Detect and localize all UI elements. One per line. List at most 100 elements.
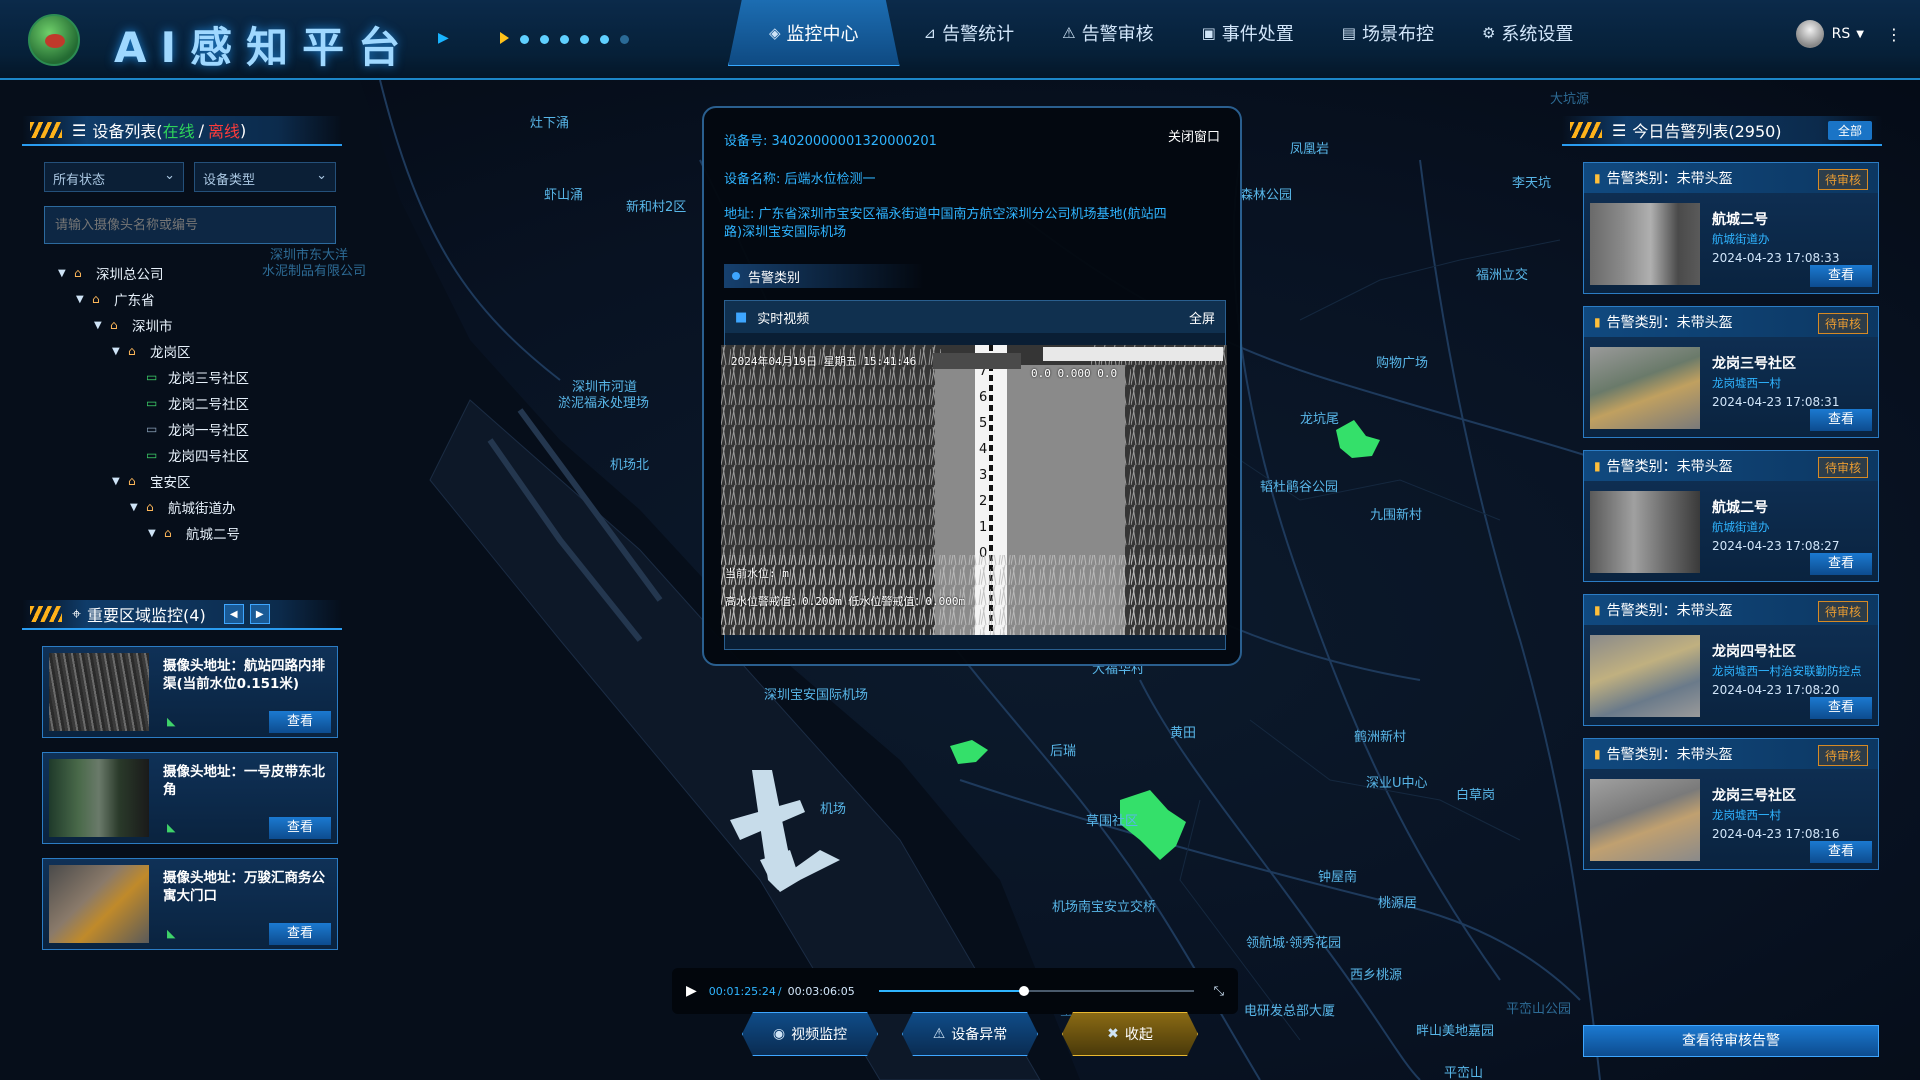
bookmark-icon: ▮: [1594, 747, 1601, 761]
view-button[interactable]: 查看: [269, 923, 331, 945]
expand-caret-icon[interactable]: ▼: [58, 268, 74, 279]
view-button[interactable]: 查看: [1810, 409, 1872, 431]
bookmark-icon: ▮: [1594, 459, 1601, 473]
view-button[interactable]: 查看: [1810, 841, 1872, 863]
bookmark-icon: ▮: [1594, 171, 1601, 185]
svg-text:2: 2: [979, 494, 987, 509]
tree-org-item[interactable]: ▼ ⌂ 深圳市: [58, 312, 249, 338]
expand-caret-icon[interactable]: ▼: [112, 346, 128, 357]
map-label: 虾山涌: [544, 188, 584, 203]
camera-thumbnail[interactable]: [49, 653, 149, 731]
view-button[interactable]: 查看: [269, 817, 331, 839]
device-name: 设备名称: 后端水位检测一: [724, 172, 876, 187]
collapse-player-icon[interactable]: ⤡: [1214, 984, 1224, 999]
nav-alarm-review[interactable]: ⚠ 告警审核: [1038, 0, 1177, 66]
view-pending-alarms-button[interactable]: 查看待审核告警: [1583, 1025, 1879, 1057]
view-button[interactable]: 查看: [1810, 553, 1872, 575]
device-abnormal-button[interactable]: ⚠ 设备异常: [902, 1012, 1038, 1056]
close-window-button[interactable]: 关闭窗口: [1168, 126, 1220, 145]
current-time: 00:01:25:24: [708, 984, 776, 998]
map-label: 平峦山: [1444, 1066, 1484, 1080]
warning-icon: ⚠: [1062, 24, 1076, 42]
progress-knob[interactable]: [1018, 986, 1029, 996]
tree-camera-item[interactable]: ▭ 龙岗二号社区: [58, 390, 249, 416]
app-logo: [28, 14, 80, 66]
nav-monitor-center[interactable]: ◈ 监控中心: [728, 0, 900, 66]
filter-all-button[interactable]: 全部: [1827, 120, 1872, 140]
device-tree: ▼ ⌂ 深圳总公司 ▼ ⌂ 广东省 ▼ ⌂ 深圳市 ▼ ⌂ 龙岗区 ▭ 龙岗三号社区 ▭ 龙岗二号社区 ▭ 龙岗一…: [58, 260, 249, 546]
map-label: 深业U中心: [1366, 776, 1428, 791]
alarm-card: ▮ 告警类别：未带头盔 待审核 龙岗四号社区 龙岗墟西一村治安联勤防控点 2024-04-…: [1583, 594, 1879, 726]
status-select[interactable]: 所有状态 ⌄: [44, 162, 184, 192]
map-label: 黄田: [1170, 726, 1197, 741]
alarm-time: 2024-04-23 17:08:16: [1712, 827, 1840, 841]
map-label: 电研发总部大厦: [1244, 1004, 1336, 1019]
tree-camera-item[interactable]: ▭ 龙岗四号社区: [58, 442, 249, 468]
water-gauge-scene: 7654 3210: [721, 345, 1227, 635]
home-icon: ⌂: [128, 344, 136, 358]
expand-caret-icon[interactable]: ▼: [76, 294, 92, 305]
collapse-button[interactable]: ✖ 收起: [1062, 1012, 1198, 1056]
camera-thumbnail[interactable]: [49, 759, 149, 837]
progress-fill: [878, 990, 1024, 992]
more-menu-icon[interactable]: ⋮: [1886, 25, 1902, 44]
video-stream[interactable]: 7654 3210 2024年04月19日 星期五 15:41:46 0.0 0…: [721, 345, 1227, 635]
bookmark-icon: ▮: [1594, 315, 1601, 329]
alarm-snapshot[interactable]: [1590, 635, 1700, 717]
tree-org-item[interactable]: ▼ ⌂ 宝安区: [58, 468, 249, 494]
tree-item-label: 深圳总公司: [96, 267, 164, 283]
key-area-header: ⌖ 重要区域监控(4) ◀ ▶: [22, 600, 342, 630]
play-icon: [500, 32, 509, 44]
tree-camera-item[interactable]: ▭ 龙岗三号社区: [58, 364, 249, 390]
list-icon: ☰: [1612, 120, 1627, 140]
status-badge: 待审核: [1817, 745, 1868, 766]
expand-caret-icon[interactable]: ▼: [112, 476, 128, 487]
video-icon: ◉: [772, 1026, 786, 1042]
device-number: 设备号: 34020000001320000201: [724, 134, 937, 149]
next-page-button[interactable]: ▶: [249, 604, 270, 624]
calendar-icon: ▣: [1201, 24, 1216, 42]
alarm-sublocation: 龙岗墟西一村: [1712, 376, 1781, 390]
prev-page-button[interactable]: ◀: [223, 604, 244, 624]
camera-online-icon: ▭: [146, 396, 158, 410]
nav-event-handling[interactable]: ▣ 事件处置: [1178, 0, 1318, 66]
view-button[interactable]: 查看: [269, 711, 331, 733]
view-button[interactable]: 查看: [1810, 697, 1872, 719]
chevron-down-icon: ⌄: [316, 168, 327, 183]
alarm-snapshot[interactable]: [1590, 203, 1700, 285]
tree-camera-item[interactable]: ▭ 龙岗一号社区: [58, 416, 249, 442]
expand-caret-icon[interactable]: ▼: [148, 528, 164, 539]
tree-org-item[interactable]: ▼ ⌂ 广东省: [58, 286, 249, 312]
play-button[interactable]: ▶: [686, 983, 697, 999]
device-type-select[interactable]: 设备类型 ⌄: [194, 162, 336, 192]
svg-text:6: 6: [979, 390, 987, 405]
alarm-snapshot[interactable]: [1590, 347, 1700, 429]
tree-org-item[interactable]: ▼ ⌂ 航城街道办: [58, 494, 249, 520]
chevron-down-icon: ▼: [1856, 28, 1864, 40]
expand-caret-icon[interactable]: ▼: [130, 502, 146, 513]
alarm-time: 2024-04-23 17:08:27: [1712, 539, 1840, 553]
nav-scene-control[interactable]: ▤ 场景布控: [1318, 0, 1458, 66]
expand-caret-icon[interactable]: ▼: [94, 320, 110, 331]
nav-alarm-stats[interactable]: ⊿ 告警统计: [900, 0, 1039, 66]
tree-item-label: 龙岗区: [150, 345, 191, 361]
progress-slider[interactable]: [878, 986, 1194, 996]
alarm-card: ▮ 告警类别：未带头盔 待审核 龙岗三号社区 龙岗墟西一村 2024-04-23 17:0…: [1583, 738, 1879, 870]
tree-org-item[interactable]: ▼ ⌂ 龙岗区: [58, 338, 249, 364]
nav-system-settings[interactable]: ⚙ 系统设置: [1458, 0, 1597, 66]
alarm-category-tab[interactable]: 告警类别: [724, 264, 924, 288]
user-menu[interactable]: RS ▼ ⋮: [1795, 20, 1902, 48]
tree-org-item[interactable]: ▼ ⌂ 航城二号: [58, 520, 249, 546]
status-badge: 待审核: [1817, 601, 1868, 622]
fullscreen-button[interactable]: 全屏: [1189, 308, 1215, 327]
camera-search-input[interactable]: [44, 206, 336, 244]
alarm-snapshot[interactable]: [1590, 491, 1700, 573]
view-button[interactable]: 查看: [1810, 265, 1872, 287]
video-monitor-button[interactable]: ◉ 视频监控: [742, 1012, 878, 1056]
tree-org-item[interactable]: ▼ ⌂ 深圳总公司: [58, 260, 249, 286]
map-label: 畔山美地嘉园: [1416, 1024, 1495, 1039]
alarm-snapshot[interactable]: [1590, 779, 1700, 861]
map-label: 机场北: [610, 458, 650, 473]
camera-thumbnail[interactable]: [49, 865, 149, 943]
gear-icon: ⚙: [1481, 24, 1496, 42]
